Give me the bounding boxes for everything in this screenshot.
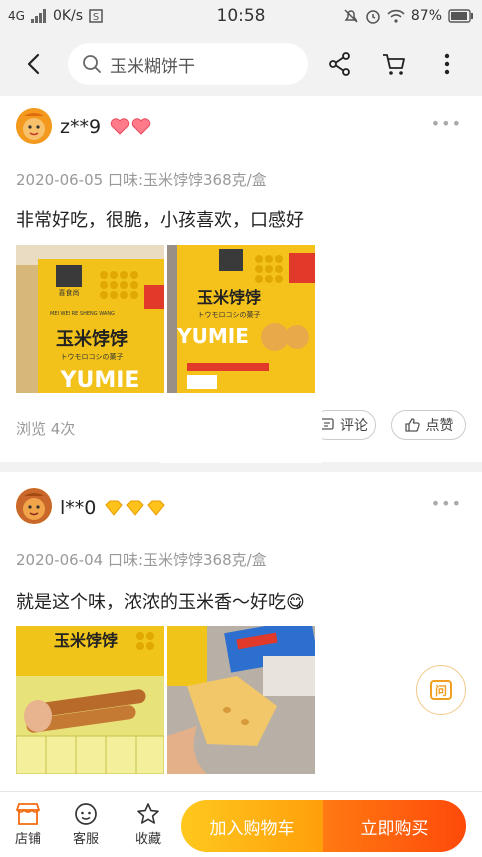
status-bar: 4G 0K/s S 10:58 87% <box>0 0 482 32</box>
thumbs-up-icon <box>404 418 420 432</box>
review-content: 就是这个味，浓浓的玉米香～好吃😋 <box>16 592 305 613</box>
photo-brand-text: 喜食尚 <box>59 288 80 297</box>
review-photo[interactable]: 玉米饽饽 トウモロコシの菓子 YUMIE <box>167 245 315 393</box>
photo-katakana-text: トウモロコシの菓子 <box>61 352 124 361</box>
add-to-cart-button[interactable]: 加入购物车 <box>181 800 323 852</box>
comment-label: 评论 <box>340 418 368 434</box>
ask-label: 问 <box>430 680 452 700</box>
avatar-face-icon <box>16 488 52 524</box>
photo-product-text: 玉米饽饽 <box>56 328 128 350</box>
like-label: 点赞 <box>425 418 454 434</box>
avatar-face-icon <box>16 108 52 144</box>
review-username: z**9 <box>60 116 102 138</box>
battery-icon <box>448 9 473 23</box>
service-face-icon <box>75 803 97 825</box>
overlay-patch <box>160 405 322 463</box>
review-date-flavor: 2020-06-04 口味:玉米饽饽368克/盒 <box>16 551 267 569</box>
photo-product-text: 玉米饽饽 <box>54 631 118 650</box>
review-photo[interactable] <box>167 626 315 774</box>
heart-badge-icon <box>110 118 151 136</box>
review-username: l**0 <box>60 497 97 519</box>
search-box[interactable]: 玉米糊饼干 <box>68 43 308 85</box>
bottom-action-bar: 店铺 客服 收藏 加入购物车 立即购买 <box>0 791 482 857</box>
ask-question-button[interactable]: 问 <box>416 665 466 715</box>
store-button[interactable]: 店铺 <box>6 800 50 847</box>
photo-yumie-text: YUMIE <box>176 324 249 348</box>
favorite-label: 收藏 <box>134 832 161 847</box>
avatar[interactable] <box>16 488 52 524</box>
mute-bell-icon <box>344 9 358 23</box>
avatar[interactable] <box>16 108 52 144</box>
customer-service-button[interactable]: 客服 <box>64 800 108 847</box>
review-content: 非常好吃，很脆，小孩喜欢，口感好 <box>16 210 304 231</box>
service-label: 客服 <box>72 832 99 847</box>
review-date-flavor: 2020-06-05 口味:玉米饽饽368克/盒 <box>16 171 267 189</box>
store-label: 店铺 <box>14 832 41 847</box>
battery-percent: 87% <box>410 8 442 24</box>
wifi-icon <box>387 9 405 23</box>
view-count: 浏览 4次 <box>16 420 76 438</box>
more-vertical-icon[interactable] <box>433 50 461 78</box>
status-right: 87% <box>343 8 474 24</box>
alarm-icon <box>366 10 380 24</box>
diamond-badge-icon <box>104 500 166 516</box>
buy-now-button[interactable]: 立即购买 <box>323 800 466 852</box>
review-photo[interactable]: 玉米饽饽 <box>16 626 164 774</box>
more-dots-icon[interactable]: ••• <box>431 494 462 513</box>
star-icon <box>137 803 159 824</box>
cart-icon[interactable] <box>380 50 408 78</box>
share-icon[interactable] <box>326 50 354 78</box>
photo-yumie-text: YUMIE <box>60 368 140 393</box>
more-dots-icon[interactable]: ••• <box>431 114 462 133</box>
like-button[interactable]: 点赞 <box>391 410 466 440</box>
top-bar: 玉米糊饼干 <box>0 32 482 96</box>
store-icon <box>16 803 40 825</box>
comment-icon <box>320 418 334 430</box>
photo-product-text: 玉米饽饽 <box>197 288 261 307</box>
back-arrow-icon[interactable] <box>20 50 48 78</box>
search-text: 玉米糊饼干 <box>110 56 195 77</box>
review-card: l**0 ••• 2020-06-04 口味:玉米饽饽368克/盒 就是这个味，… <box>0 472 482 792</box>
favorite-button[interactable]: 收藏 <box>126 800 170 847</box>
search-icon <box>83 55 101 73</box>
photo-pinyin-text: MEI WEI RE SHENG WANG <box>50 311 115 317</box>
photo-katakana-text: トウモロコシの菓子 <box>198 310 261 319</box>
review-photo[interactable]: 喜食尚 MEI WEI RE SHENG WANG 玉米饽饽 トウモロコシの菓子… <box>16 245 164 393</box>
